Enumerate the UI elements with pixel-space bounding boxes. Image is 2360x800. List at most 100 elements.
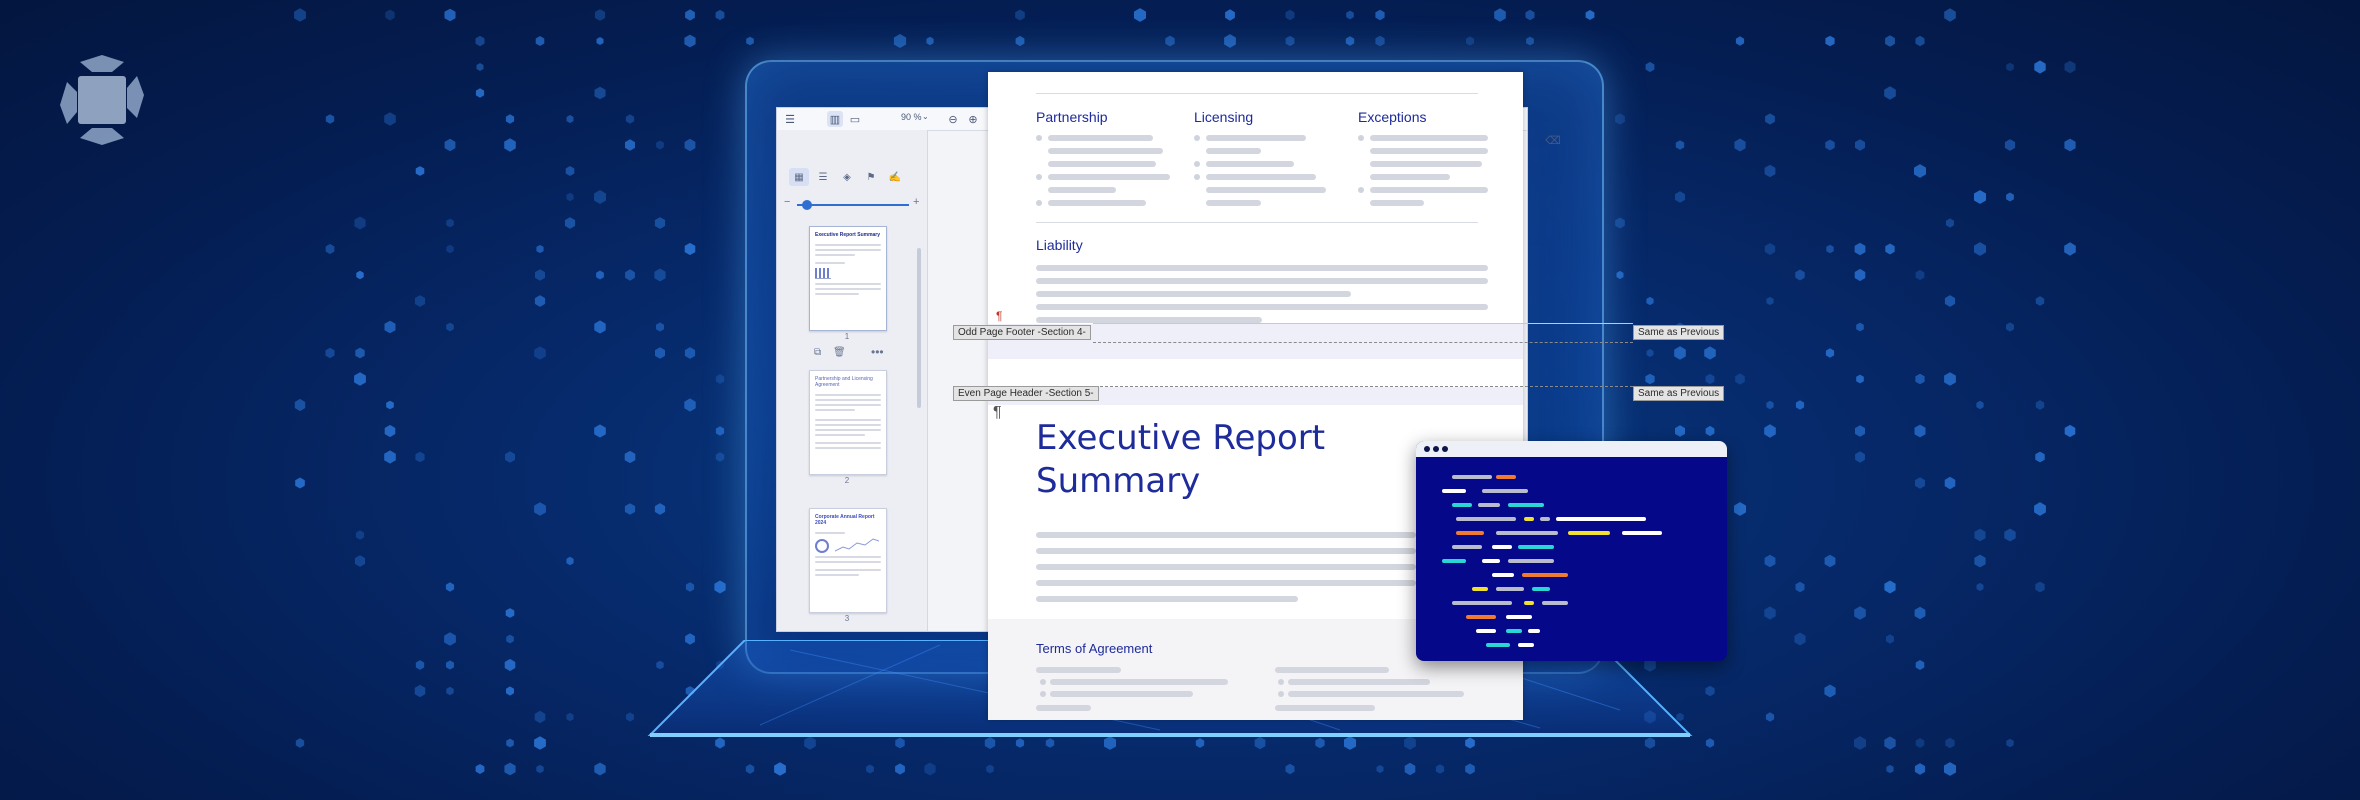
hexagon-dot (1854, 606, 1866, 620)
hexagon-dot (2035, 451, 2045, 463)
hexagon-dot (386, 400, 394, 410)
thumbnails-icon[interactable]: ▦ (789, 168, 809, 186)
minus-icon[interactable]: − (784, 196, 790, 208)
hexagon-dot (2064, 60, 2076, 74)
hexagon-dot (444, 8, 456, 22)
chevron-down-icon[interactable]: ⌄ (922, 112, 929, 121)
thumbnail-page-1[interactable]: Executive Report Summary (809, 226, 887, 331)
hexagon-dot (475, 35, 485, 47)
window-dot-icon (1433, 446, 1439, 452)
section-heading-partnership: Partnership (1036, 109, 1108, 125)
hexagon-dot (354, 216, 366, 230)
hexagon-dot (506, 634, 514, 644)
hexagon-dot (1915, 738, 1925, 748)
thumbnail-page-3[interactable]: Corporate Annual Report 2024 (809, 508, 887, 613)
hexagon-dot (1824, 684, 1836, 698)
hexagon-dot (2064, 242, 2076, 256)
hexagon-dot (2035, 400, 2045, 410)
code-token (1478, 503, 1500, 507)
slider-handle[interactable] (802, 200, 812, 210)
hexagon-dot (656, 140, 664, 150)
zoom-in-icon[interactable]: ⊕ (965, 111, 981, 127)
code-token (1456, 517, 1516, 521)
hexagon-dot (924, 762, 936, 776)
hexagon-dot (476, 63, 484, 71)
code-token (1508, 503, 1544, 507)
copy-icon[interactable]: ⧉ (814, 347, 821, 358)
plus-icon[interactable]: + (913, 196, 919, 208)
hexagon-dot (1854, 268, 1866, 282)
hexagon-dot (986, 764, 994, 774)
sidebar-toggle-icon[interactable]: ▥ (827, 111, 843, 127)
list-icon[interactable]: ☰ (813, 168, 833, 186)
hexagon-dot (1134, 8, 1146, 22)
sidebar-scrollbar[interactable] (917, 248, 921, 408)
menu-icon[interactable]: ☰ (782, 111, 798, 127)
hexagon-dot (384, 112, 396, 126)
hexagon-dot (1675, 425, 1685, 437)
hexagon-dot (444, 138, 456, 152)
section-heading-terms: Terms of Agreement (1036, 641, 1153, 656)
code-token (1472, 587, 1488, 591)
more-options-icon[interactable]: ••• (871, 345, 884, 359)
hexagon-dot (1974, 554, 1986, 568)
code-token (1452, 475, 1492, 479)
hexagon-dot (625, 269, 635, 281)
code-token (1496, 475, 1516, 479)
hexagon-dot (1165, 35, 1175, 47)
same-as-previous-badge[interactable]: Same as Previous (1633, 325, 1725, 340)
thumbnail-page-2[interactable]: Partnership and Licensing Agreement (809, 370, 887, 475)
bookmark-icon[interactable]: ⚑ (861, 168, 881, 186)
code-token (1540, 517, 1550, 521)
hexagon-dot (1795, 269, 1805, 281)
hexagon-dot (594, 9, 606, 21)
hexagon-dot (1764, 243, 1776, 255)
hexagon-dot (1915, 660, 1925, 670)
hexagon-dot (504, 658, 516, 672)
hexagon-dot (1404, 762, 1416, 776)
thumbnail-title: Corporate Annual Report 2024 (815, 514, 875, 526)
hexagon-dot (2035, 296, 2045, 306)
code-token (1452, 601, 1512, 605)
hexagon-dot (893, 34, 907, 48)
zoom-out-icon[interactable]: ⊖ (945, 111, 961, 127)
hexagon-dot (446, 660, 454, 670)
hexagon-dot (715, 9, 725, 21)
same-as-previous-badge[interactable]: Same as Previous (1633, 386, 1725, 401)
hexagon-dot (684, 34, 696, 48)
hexagon-dot (1526, 36, 1534, 46)
code-token (1492, 573, 1514, 577)
code-token (1492, 545, 1512, 549)
code-token (1508, 559, 1554, 563)
code-token (1532, 587, 1550, 591)
hexagon-dot (1825, 139, 1835, 151)
hexagon-dot (1824, 554, 1836, 568)
code-window-titlebar (1416, 441, 1727, 457)
thumbnail-page-number: 1 (844, 332, 850, 341)
thumbnail-sidebar: ▦ ☰ ◈ ⚑ ✍ − + Executive Report Summary 1… (777, 130, 928, 631)
code-token (1506, 629, 1522, 633)
hexagon-dot (684, 347, 696, 359)
hexagon-dot (566, 192, 574, 202)
hexagon-dot (656, 322, 664, 332)
hexagon-dot (1766, 296, 1774, 306)
hexagon-dot (1015, 9, 1025, 21)
hexagon-dot (1915, 269, 1925, 281)
hexagon-dot (1884, 86, 1896, 100)
hexagon-dot (1974, 190, 1986, 204)
thumbnail-size-slider[interactable]: − + (784, 196, 919, 212)
hexagon-dot (684, 398, 696, 412)
trash-icon[interactable]: 🗑 (833, 347, 846, 358)
hexagon-dot (1376, 765, 1384, 773)
hexagon-dot (1615, 217, 1625, 229)
hexagon-dot (446, 218, 454, 228)
page-icon[interactable]: ▭ (847, 111, 863, 127)
layers-icon[interactable]: ◈ (837, 168, 857, 186)
hexagon-dot (506, 686, 514, 696)
hexagon-dot (1976, 400, 1984, 410)
zoom-level[interactable]: 90 % (901, 112, 922, 122)
signature-icon[interactable]: ✍ (885, 168, 905, 186)
eraser-icon[interactable]: ⌫ (1545, 132, 1561, 148)
hexagon-dot (504, 138, 516, 152)
hexagon-dot (1015, 35, 1025, 47)
